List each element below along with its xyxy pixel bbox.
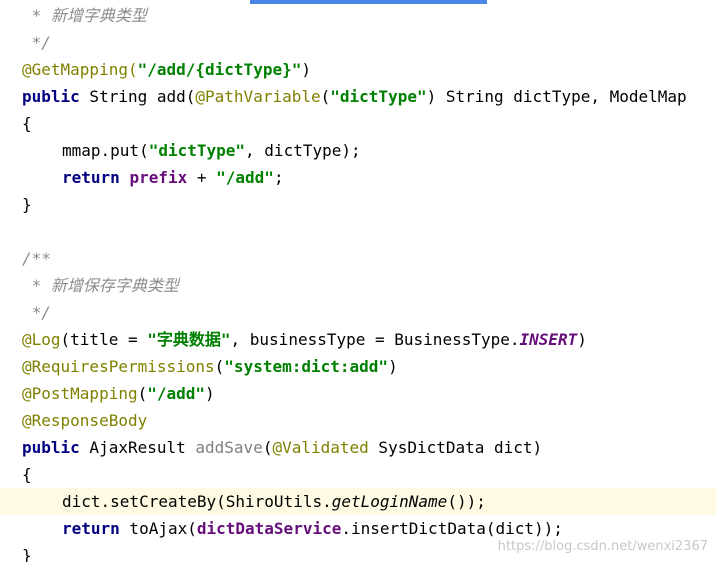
string-literal: "/add/{dictType}" (137, 60, 302, 79)
annotation: @PostMapping (22, 384, 138, 403)
code-text: (title = (60, 330, 148, 349)
string-literal: "system:dict:add" (224, 357, 389, 376)
string-literal: "/add" (147, 384, 206, 403)
code-text: AjaxResult (79, 438, 196, 457)
code-text: , dictType); (245, 141, 361, 160)
code-text: dict.setCreateBy(ShiroUtils. (62, 492, 332, 511)
code-line[interactable]: { (0, 110, 716, 137)
code-text: } (22, 546, 32, 562)
code-text: ( (214, 357, 225, 376)
code-line[interactable]: public AjaxResult addSave(@Validated Sys… (0, 434, 716, 461)
code-text: ( (137, 384, 148, 403)
code-line[interactable]: @RequiresPermissions("system:dict:add") (0, 353, 716, 380)
keyword: public (22, 438, 80, 457)
code-text: mmap.put( (62, 141, 149, 160)
code-text: { (22, 114, 32, 133)
comment: * 新增保存字典类型 (22, 276, 179, 295)
code-line[interactable]: @PostMapping("/add") (0, 380, 716, 407)
code-text: } (22, 195, 32, 214)
annotation: @PathVariable (195, 87, 321, 106)
code-text: + (187, 168, 217, 187)
static-field: INSERT (519, 330, 578, 349)
code-line[interactable]: * 新增保存字典类型 (0, 272, 716, 299)
code-text: , businessType = BusinessType. (230, 330, 520, 349)
code-line[interactable]: @Log(title = "字典数据", businessType = Busi… (0, 326, 716, 353)
string-literal: "/add" (216, 168, 274, 187)
annotation: @ResponseBody (22, 411, 148, 430)
code-line-blank[interactable] (0, 218, 716, 245)
code-text: ) (205, 384, 215, 403)
keyword: return (62, 519, 120, 538)
code-text: ) String dictType, ModelMap (426, 87, 687, 106)
code-text: ; (273, 168, 284, 187)
string-literal: "字典数据" (147, 330, 231, 349)
comment: * 新增字典类型 (22, 6, 147, 25)
code-line[interactable]: { (0, 461, 716, 488)
code-text: SysDictData dict) (368, 438, 543, 457)
comment: */ (22, 33, 51, 52)
code-text: { (22, 465, 32, 484)
annotation: @GetMapping( (22, 60, 138, 79)
field-reference: dictDataService (196, 519, 342, 538)
code-text: ( (320, 87, 331, 106)
code-line[interactable]: */ (0, 299, 716, 326)
comment: /** (22, 249, 51, 268)
code-line[interactable]: @ResponseBody (0, 407, 716, 434)
code-line[interactable]: public String add(@PathVariable("dictTyp… (0, 83, 716, 110)
code-text: ) (577, 330, 587, 349)
annotation: @RequiresPermissions (22, 357, 215, 376)
code-line[interactable]: /** (0, 245, 716, 272)
code-line[interactable]: @GetMapping("/add/{dictType}") (0, 56, 716, 83)
code-editor[interactable]: * 新增字典类型 */ @GetMapping("/add/{dictType}… (0, 0, 716, 562)
code-text: ) (301, 60, 311, 79)
code-line[interactable]: mmap.put("dictType", dictType); (0, 137, 716, 164)
string-literal: "dictType" (148, 141, 246, 160)
string-literal: "dictType" (330, 87, 427, 106)
static-method: getLoginName (331, 492, 448, 511)
watermark: https://blog.csdn.net/wenxi2367 (497, 539, 708, 554)
annotation: @Validated (272, 438, 369, 457)
code-text: ) (388, 357, 398, 376)
code-line[interactable]: return toAjax(dictDataService.insertDict… (0, 515, 716, 542)
code-line[interactable]: return prefix + "/add"; (0, 164, 716, 191)
comment: */ (22, 303, 51, 322)
code-text: toAjax( (119, 519, 197, 538)
annotation: @Log (22, 330, 61, 349)
code-text: .insertDictData(dict)); (341, 519, 563, 538)
field-reference: prefix (129, 168, 188, 187)
method-name: addSave (195, 438, 263, 457)
code-text: String add( (79, 87, 196, 106)
code-line[interactable]: */ (0, 29, 716, 56)
code-line[interactable]: } (0, 191, 716, 218)
keyword: return (62, 168, 120, 187)
code-text: ()); (447, 492, 486, 511)
code-line-current[interactable]: dict.setCreateBy(ShiroUtils.getLoginName… (0, 488, 716, 515)
code-line[interactable]: * 新增字典类型 (0, 2, 716, 29)
keyword: public (22, 87, 80, 106)
